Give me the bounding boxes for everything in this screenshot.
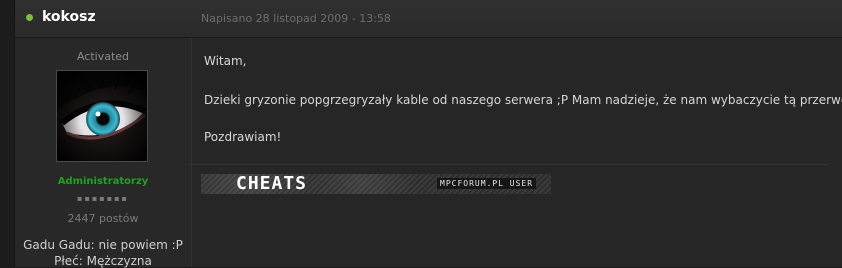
rank-pips: ▪▪▪▪▪▪▪ bbox=[77, 194, 129, 203]
member-title: Activated bbox=[76, 50, 130, 63]
avatar[interactable] bbox=[56, 70, 148, 162]
post-count: 2447 postów bbox=[67, 212, 139, 225]
post-text-line: Pozdrawiam! bbox=[204, 130, 282, 144]
post-date: Napisano 28 listopad 2009 - 13:58 bbox=[201, 12, 391, 25]
author-panel: Activated Administratorzy ▪▪▪▪▪▪▪ 2447 p… bbox=[15, 38, 192, 268]
post-header: kokosz Napisano 28 listopad 2009 - 13:58 bbox=[15, 0, 842, 38]
signature-banner-subtitle: MPCFORUM.PL USER bbox=[437, 178, 537, 189]
profile-field-gender: Płeć: Mężczyzna bbox=[54, 254, 152, 268]
eye-avatar-icon bbox=[57, 71, 147, 161]
author-name-link[interactable]: kokosz bbox=[42, 9, 96, 25]
forum-post: kokosz Napisano 28 listopad 2009 - 13:58… bbox=[14, 0, 842, 268]
signature-banner-title: CHEATS bbox=[236, 174, 308, 194]
post-text-line: Witam, bbox=[204, 54, 247, 68]
online-status-icon bbox=[26, 14, 33, 21]
member-group: Administratorzy bbox=[57, 176, 149, 187]
signature-banner: CHEATS MPCFORUM.PL USER bbox=[201, 174, 551, 194]
post-text-line: Dzieki gryzonie popgrzegryzały kable od … bbox=[204, 93, 842, 107]
profile-field-gadu: Gadu Gadu: nie powiem :P bbox=[23, 238, 183, 252]
signature-divider bbox=[189, 164, 828, 165]
